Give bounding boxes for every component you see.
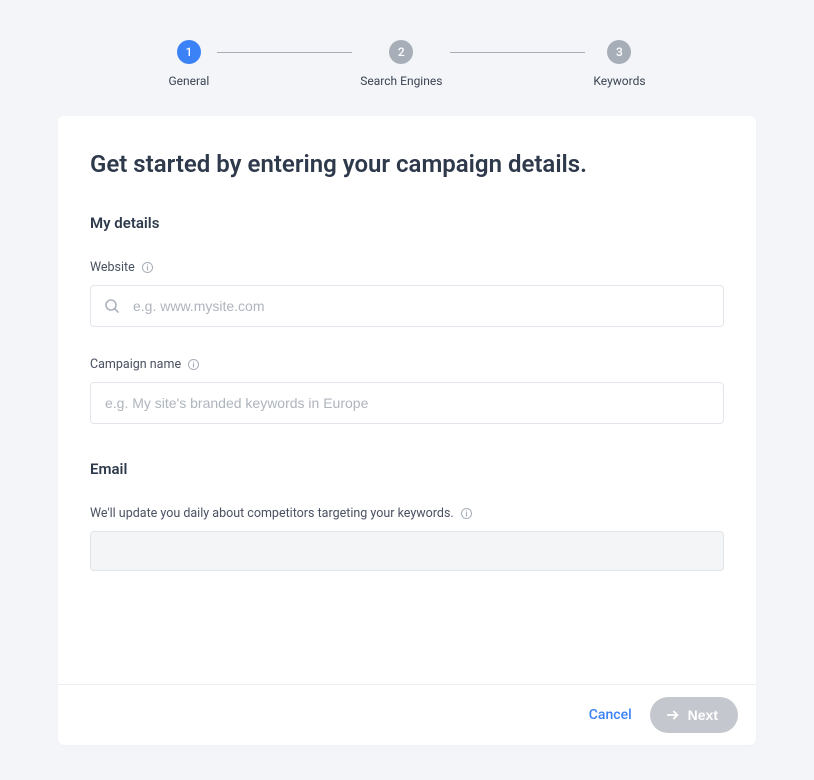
website-input[interactable] — [90, 285, 724, 327]
step-connector — [450, 52, 585, 53]
info-icon[interactable] — [460, 507, 473, 520]
step-connector — [217, 52, 352, 53]
section-heading-details: My details — [90, 214, 724, 232]
website-label: Website — [90, 260, 135, 275]
card-footer: Cancel Next — [58, 684, 756, 745]
step-label: Keywords — [593, 74, 645, 88]
step-general[interactable]: 1 General — [168, 40, 209, 88]
step-number: 2 — [389, 40, 413, 64]
campaign-label: Campaign name — [90, 357, 181, 372]
step-number: 3 — [607, 40, 631, 64]
next-button[interactable]: Next — [650, 697, 738, 733]
form-card: Get started by entering your campaign de… — [58, 116, 756, 745]
card-body: Get started by entering your campaign de… — [58, 116, 756, 684]
section-heading-email: Email — [90, 460, 724, 478]
stepper: 1 General 2 Search Engines 3 Keywords — [0, 40, 814, 88]
info-icon[interactable] — [141, 261, 154, 274]
field-campaign-name: Campaign name — [90, 357, 724, 424]
arrow-right-icon — [666, 708, 680, 722]
next-button-label: Next — [688, 707, 718, 723]
page-title: Get started by entering your campaign de… — [90, 150, 724, 178]
step-keywords[interactable]: 3 Keywords — [593, 40, 645, 88]
step-label: General — [168, 74, 209, 88]
email-description: We'll update you daily about competitors… — [90, 506, 454, 521]
search-icon — [104, 298, 120, 314]
field-website: Website — [90, 260, 724, 327]
email-input[interactable] — [90, 531, 724, 571]
step-number: 1 — [177, 40, 201, 64]
step-search-engines[interactable]: 2 Search Engines — [360, 40, 442, 88]
cancel-button[interactable]: Cancel — [589, 707, 632, 723]
campaign-name-input[interactable] — [90, 382, 724, 424]
info-icon[interactable] — [187, 358, 200, 371]
step-label: Search Engines — [360, 74, 442, 88]
